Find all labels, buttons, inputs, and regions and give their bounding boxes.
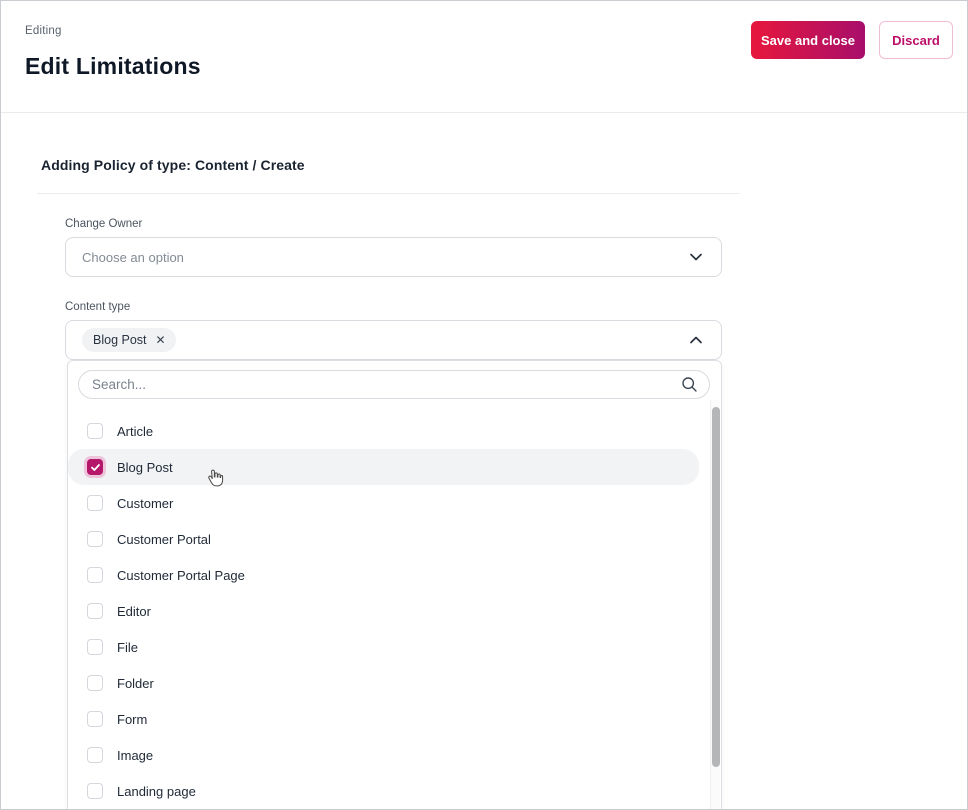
checkbox-unchecked[interactable]	[87, 423, 103, 439]
checkbox-checked[interactable]	[87, 459, 103, 475]
chevron-up-icon	[690, 336, 702, 344]
option-label: Image	[117, 747, 154, 763]
list-item[interactable]: Editor	[68, 593, 699, 629]
checkbox-unchecked[interactable]	[87, 783, 103, 799]
chip-label: Blog Post	[93, 333, 147, 347]
content-type-dropdown-panel: Article Blog Post Customer Customer Portal C…	[67, 360, 722, 809]
checkbox-unchecked[interactable]	[87, 639, 103, 655]
check-icon	[90, 463, 100, 471]
content-type-option-list: Article Blog Post Customer Customer Portal C…	[68, 413, 721, 809]
scrollbar-track[interactable]	[710, 400, 720, 809]
content-type-label: Content type	[65, 301, 131, 313]
checkbox-unchecked[interactable]	[87, 495, 103, 511]
list-item[interactable]: Article	[68, 413, 699, 449]
list-item[interactable]: Customer Portal	[68, 521, 699, 557]
option-label: Editor	[117, 603, 151, 619]
option-label: Customer Portal	[117, 531, 211, 547]
option-label: File	[117, 639, 138, 655]
option-label: Customer	[117, 495, 174, 511]
change-owner-select[interactable]: Choose an option	[65, 237, 722, 277]
list-item[interactable]: Image	[68, 737, 699, 773]
chevron-down-icon	[690, 253, 702, 261]
option-label: Landing page	[117, 783, 196, 799]
list-item[interactable]: File	[68, 629, 699, 665]
scrollbar-thumb[interactable]	[712, 407, 720, 767]
checkbox-unchecked[interactable]	[87, 747, 103, 763]
edit-limitations-window: Editing Edit Limitations Save and close …	[0, 0, 968, 810]
list-item[interactable]: Customer	[68, 485, 699, 521]
list-item[interactable]: Landing page	[68, 773, 699, 809]
chip-remove-icon[interactable]: ✕	[156, 334, 166, 346]
list-item[interactable]: Customer Portal Page	[68, 557, 699, 593]
checkbox-unchecked[interactable]	[87, 675, 103, 691]
discard-button[interactable]: Discard	[879, 21, 953, 59]
option-label: Form	[117, 711, 148, 727]
option-label: Article	[117, 423, 154, 439]
policy-form: Adding Policy of type: Content / Create …	[1, 113, 967, 360]
section-title: Adding Policy of type: Content / Create	[41, 157, 305, 173]
list-item[interactable]: Form	[68, 701, 699, 737]
checkbox-unchecked[interactable]	[87, 531, 103, 547]
content-type-select[interactable]: Blog Post ✕	[65, 320, 722, 360]
checkbox-unchecked[interactable]	[87, 711, 103, 727]
header-actions: Save and close Discard	[751, 21, 953, 59]
option-label: Folder	[117, 675, 154, 691]
option-label: Customer Portal Page	[117, 567, 245, 583]
option-label: Blog Post	[117, 459, 173, 475]
checkbox-unchecked[interactable]	[87, 603, 103, 619]
checkbox-unchecked[interactable]	[87, 567, 103, 583]
save-and-close-button[interactable]: Save and close	[751, 21, 865, 59]
list-item[interactable]: Folder	[68, 665, 699, 701]
selected-chip-blog-post: Blog Post ✕	[82, 328, 176, 352]
change-owner-label: Change Owner	[65, 218, 143, 230]
search-input[interactable]	[78, 370, 710, 399]
change-owner-placeholder: Choose an option	[82, 249, 184, 265]
section-divider	[37, 193, 740, 194]
header: Editing Edit Limitations Save and close …	[1, 1, 967, 113]
list-item[interactable]: Blog Post	[68, 449, 699, 485]
search-icon	[682, 377, 697, 392]
